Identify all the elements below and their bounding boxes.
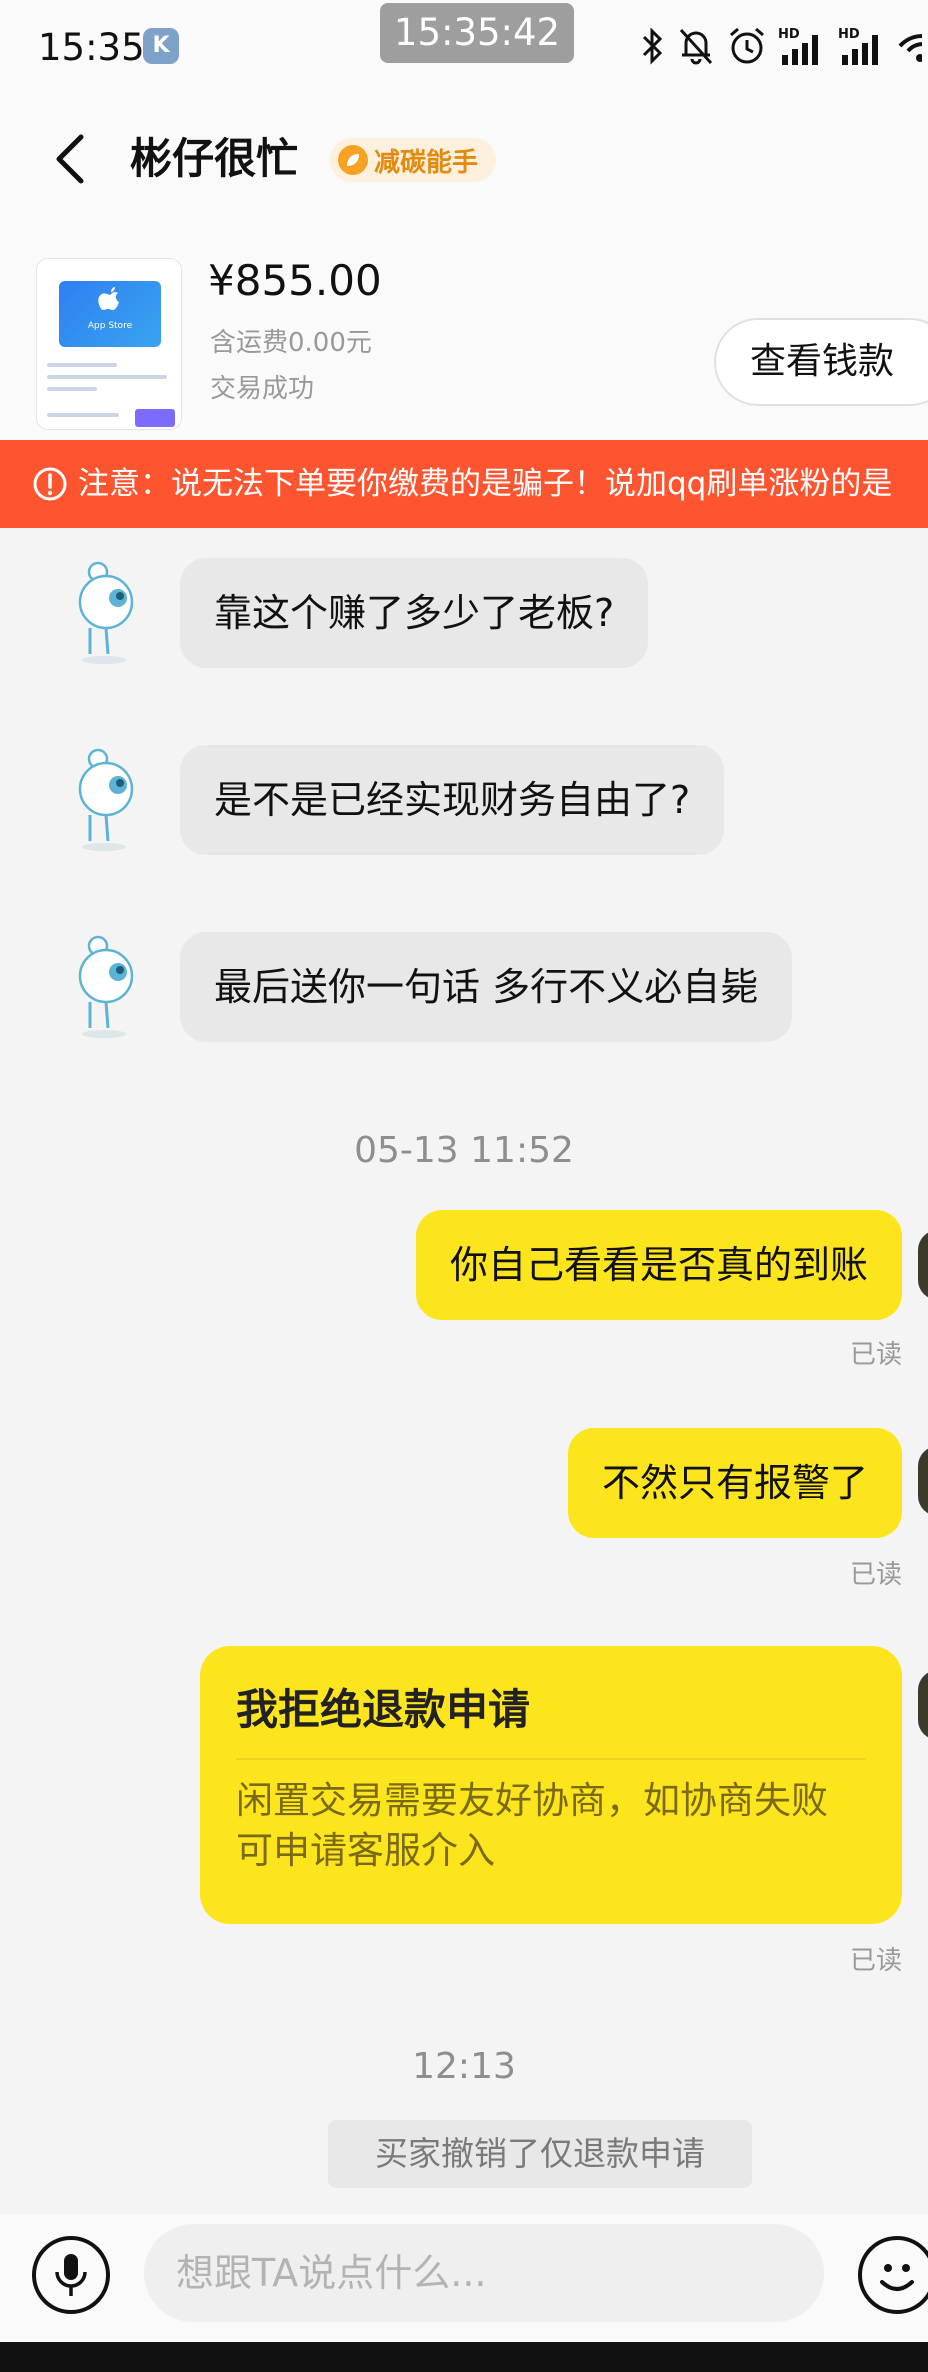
read-status: 已读 — [849, 1340, 902, 1370]
contact-avatar[interactable] — [68, 558, 144, 668]
card-title: 我拒绝退款申请 — [236, 1685, 531, 1734]
self-avatar[interactable] — [918, 1230, 928, 1300]
input-bar — [0, 2214, 928, 2342]
contact-avatar[interactable] — [68, 932, 144, 1042]
outgoing-message[interactable]: 不然只有报警了 — [567, 1428, 902, 1538]
mic-icon — [55, 2254, 87, 2296]
thumbnail-text-line — [47, 387, 97, 391]
status-time: 15:35 — [38, 26, 145, 69]
message-timestamp: 05-13 11:52 — [354, 1130, 574, 1171]
status-bar: 15:35 K 15:35:42 HD HD — [0, 0, 928, 96]
read-status: 已读 — [849, 1560, 902, 1590]
back-button[interactable] — [40, 126, 100, 192]
thumbnail-text-line — [47, 363, 117, 367]
alarm-icon — [730, 27, 764, 64]
voice-input-button[interactable] — [32, 2236, 110, 2314]
badge-label: 减碳能手 — [374, 147, 479, 178]
incoming-message[interactable]: 最后送你一句话 多行不义必自毙 — [180, 932, 793, 1042]
view-funds-button[interactable]: 查看钱款 — [714, 318, 928, 406]
emoji-icon — [880, 2264, 914, 2291]
card-divider — [236, 1758, 866, 1760]
bluetooth-icon — [642, 27, 663, 65]
system-notice: 买家撤销了仅退款申请 — [328, 2120, 752, 2188]
back-arrow-icon — [56, 134, 84, 184]
product-price: ¥855.00 — [208, 256, 382, 305]
user-badge[interactable]: 减碳能手 — [330, 138, 497, 182]
refund-rejection-card[interactable]: 我拒绝退款申请 闲置交易需要友好协商，如协商失败可申请客服介入 — [200, 1646, 902, 1924]
contact-avatar[interactable] — [68, 745, 144, 855]
product-thumbnail[interactable]: App Store — [36, 258, 182, 430]
svg-text:HD: HD — [778, 27, 800, 42]
status-icons: HD HD — [640, 22, 928, 70]
emoji-button[interactable] — [858, 2236, 928, 2314]
chat-header: 彬仔很忙 减碳能手 — [0, 96, 928, 226]
bell-off-icon — [679, 28, 713, 65]
message-input[interactable] — [144, 2224, 824, 2322]
trade-status: 交易成功 — [210, 374, 315, 404]
app-notification-icon: K — [143, 28, 179, 64]
read-status: 已读 — [849, 1946, 902, 1976]
fraud-warning-banner[interactable]: 注意：说无法下单要你缴费的是骗子！说加qq刷单涨粉的是 — [0, 440, 928, 528]
contact-name[interactable]: 彬仔很忙 — [130, 126, 298, 192]
self-avatar[interactable] — [918, 1446, 928, 1516]
message-timestamp: 12:13 — [412, 2046, 516, 2087]
app-store-card-image: App Store — [59, 281, 161, 347]
signal-icon: HD — [838, 27, 878, 65]
thumbnail-label: App Store — [87, 321, 133, 331]
incoming-message[interactable]: 是不是已经实现财务自由了? — [180, 745, 725, 855]
warning-icon — [33, 467, 67, 501]
shipping-fee: 含运费0.00元 — [210, 328, 372, 358]
incoming-message[interactable]: 靠这个赚了多少了老板? — [180, 558, 649, 668]
self-avatar[interactable] — [918, 1670, 928, 1740]
wifi-icon — [898, 34, 922, 62]
outgoing-message[interactable]: 你自己看看是否真的到账 — [415, 1210, 902, 1320]
thumbnail-text-line — [47, 413, 119, 417]
warning-text: 注意：说无法下单要你缴费的是骗子！说加qq刷单涨粉的是 — [78, 466, 893, 502]
product-card[interactable]: App Store ¥855.00 含运费0.00元 交易成功 查看钱款 — [0, 226, 928, 440]
thumbnail-tag — [135, 409, 175, 427]
apple-logo-icon — [98, 287, 119, 310]
svg-text:HD: HD — [838, 27, 860, 42]
leaf-icon — [338, 145, 368, 175]
card-body: 闲置交易需要友好协商，如协商失败可申请客服介入 — [236, 1779, 828, 1872]
clock-overlay: 15:35:42 — [380, 3, 574, 63]
thumbnail-text-line — [47, 375, 167, 379]
signal-icon: HD — [778, 27, 818, 65]
system-nav-bar — [0, 2342, 928, 2372]
